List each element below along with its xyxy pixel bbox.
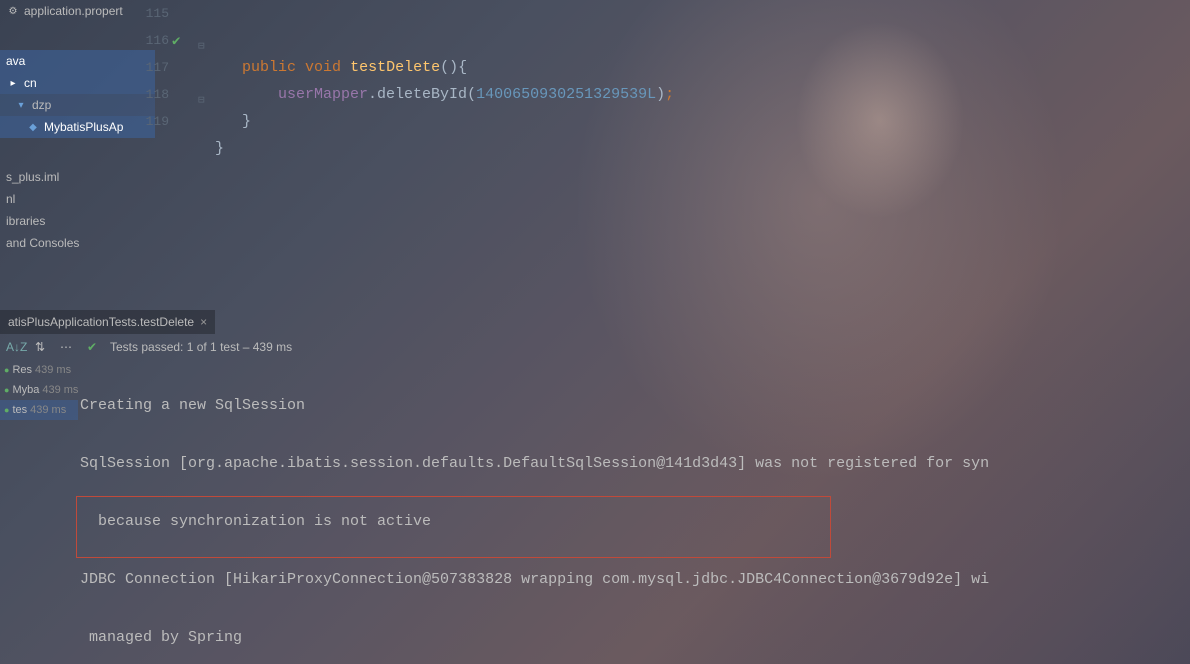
console-line: because synchronization is not active — [80, 507, 1190, 536]
dot: . — [368, 86, 377, 103]
semicolon: ; — [665, 86, 674, 103]
pass-icon: ● — [4, 365, 9, 375]
test-label: Res — [12, 364, 32, 376]
more-icon[interactable]: ⋯ — [58, 340, 74, 354]
console-line: Creating a new SqlSession — [80, 391, 1190, 420]
line-number: 115 — [120, 0, 175, 27]
test-label: tes — [12, 404, 27, 416]
field-ref: userMapper — [278, 86, 368, 103]
console-line: SqlSession [org.apache.ibatis.session.de… — [80, 449, 1190, 478]
run-tab[interactable]: atisPlusApplicationTests.testDelete — [8, 315, 194, 329]
close-paren: ) — [656, 86, 665, 103]
console-line: managed by Spring — [80, 623, 1190, 652]
fold-end-icon[interactable]: ⊟ — [198, 88, 205, 115]
test-status: Tests passed: 1 of 1 test – 439 ms — [110, 340, 292, 354]
code-editor[interactable]: @Test public void testDelete(){ userMapp… — [215, 0, 1190, 189]
check-icon: ✔ — [84, 340, 100, 354]
sidebar-item-label: ava — [6, 54, 25, 68]
line-number: 116 — [120, 27, 175, 54]
open-paren: ( — [467, 86, 476, 103]
sidebar-item-label: and Consoles — [6, 236, 79, 250]
console-output[interactable]: Creating a new SqlSession SqlSession [or… — [80, 362, 1190, 664]
line-number: 119 — [120, 108, 175, 135]
sidebar-item-label: ibraries — [6, 214, 45, 228]
test-time: 439 ms — [30, 404, 66, 416]
sidebar-item-label: cn — [24, 76, 37, 90]
keyword: public — [242, 59, 296, 76]
editor-gutter: 115 116 117 118 119 ✔ ⊟ ⊟ — [120, 0, 215, 300]
parentheses: (){ — [440, 59, 467, 76]
method-call: deleteById — [377, 86, 467, 103]
close-tab-icon[interactable]: × — [200, 315, 207, 329]
test-label: Myba — [12, 384, 39, 396]
keyword-void: void — [305, 59, 341, 76]
close-brace: } — [242, 113, 251, 130]
gear-icon: ⚙ — [6, 6, 20, 17]
run-tab-bar: atisPlusApplicationTests.testDelete × — [0, 310, 215, 334]
test-result-class[interactable]: ● Myba 439 ms — [0, 380, 78, 400]
line-number: 118 — [120, 81, 175, 108]
number-literal: 1400650930251329539L — [476, 86, 656, 103]
test-time: 439 ms — [42, 384, 78, 396]
test-time: 439 ms — [35, 364, 71, 376]
fold-marker-icon[interactable]: ⊟ — [198, 34, 205, 61]
console-line: JDBC Connection [HikariProxyConnection@5… — [80, 565, 1190, 594]
test-toolbar: A↓Z ⇅ ⋯ ✔ Tests passed: 1 of 1 test – 43… — [0, 334, 1190, 360]
sidebar-item-label: application.propert — [24, 4, 123, 18]
test-result-method[interactable]: ● tes 439 ms — [0, 400, 78, 420]
method-name: testDelete — [350, 59, 440, 76]
sidebar-item-label: nl — [6, 192, 15, 206]
class-icon: ◆ — [26, 122, 40, 133]
pass-icon: ● — [4, 405, 9, 415]
close-brace: } — [215, 140, 224, 157]
folder-icon: ▸ — [6, 78, 20, 89]
sidebar-item-label: s_plus.iml — [6, 170, 59, 184]
sidebar-item-label: MybatisPlusAp — [44, 120, 123, 134]
sort-az-icon[interactable]: A↓Z — [6, 340, 22, 354]
folder-open-icon: ▾ — [14, 100, 28, 111]
line-number: 117 — [120, 54, 175, 81]
filter-icon[interactable]: ⇅ — [32, 340, 48, 354]
pass-icon: ● — [4, 385, 9, 395]
test-tree: ● Res 439 ms ● Myba 439 ms ● tes 439 ms — [0, 360, 78, 420]
run-test-icon[interactable]: ✔ — [172, 29, 180, 56]
sidebar-item-label: dzp — [32, 98, 51, 112]
test-result-root[interactable]: ● Res 439 ms — [0, 360, 78, 380]
